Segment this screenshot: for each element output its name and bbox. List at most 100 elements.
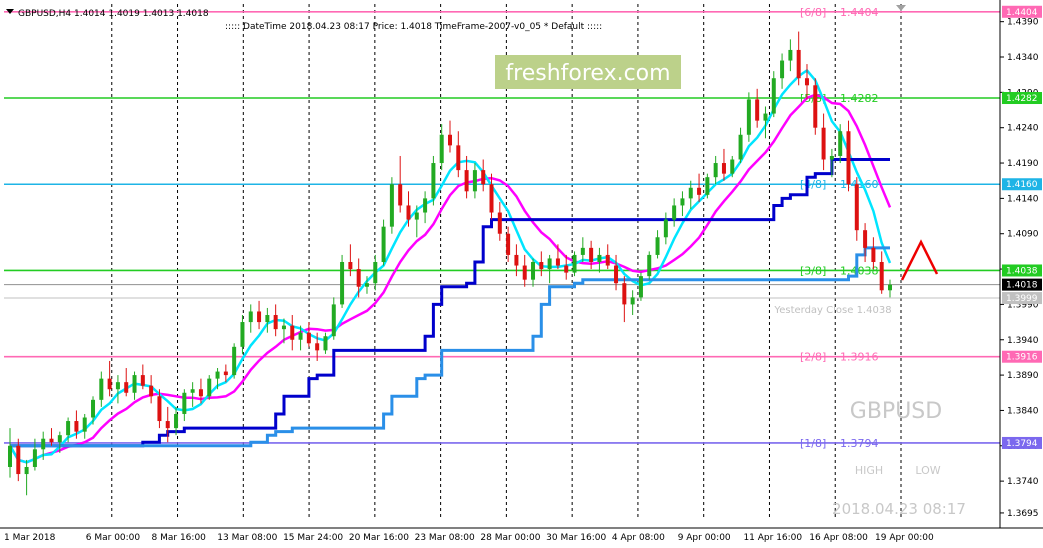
candle-body bbox=[232, 346, 237, 376]
candle-body bbox=[315, 343, 320, 351]
candle-body bbox=[738, 134, 743, 160]
chart-shift-icon[interactable] bbox=[896, 5, 906, 11]
candle-body bbox=[32, 449, 37, 467]
candle-body bbox=[99, 378, 104, 400]
candle-body bbox=[107, 378, 112, 390]
candle-body bbox=[290, 325, 295, 340]
candle bbox=[721, 148, 726, 181]
x-tick-label: 13 Mar 08:00 bbox=[217, 533, 277, 543]
candle-body bbox=[838, 131, 843, 156]
navy-step-line bbox=[10, 158, 890, 448]
candle-body bbox=[16, 445, 21, 475]
candle bbox=[854, 177, 859, 241]
candle-body bbox=[423, 198, 428, 213]
candle bbox=[755, 88, 760, 128]
candle-body bbox=[24, 466, 29, 475]
candle bbox=[547, 254, 552, 284]
candle bbox=[539, 251, 544, 277]
candle-body bbox=[522, 265, 527, 280]
candle-body bbox=[273, 315, 278, 330]
candle bbox=[780, 53, 785, 89]
candle-body bbox=[331, 304, 336, 337]
candle bbox=[630, 290, 635, 316]
candle-body bbox=[539, 262, 544, 270]
candle bbox=[132, 371, 137, 400]
x-tick-label: 1 Mar 2018 bbox=[4, 533, 56, 543]
candle-body bbox=[763, 113, 768, 121]
candle bbox=[331, 297, 336, 340]
candle bbox=[472, 163, 477, 199]
candle bbox=[182, 389, 187, 422]
candle bbox=[638, 272, 643, 301]
high-label: HIGH bbox=[855, 464, 883, 477]
candle-body bbox=[572, 254, 577, 273]
candle-body bbox=[132, 375, 137, 393]
candles bbox=[8, 31, 892, 496]
candle bbox=[99, 371, 104, 407]
x-tick-label: 19 Apr 00:00 bbox=[875, 533, 934, 543]
candle-body bbox=[91, 399, 96, 418]
x-tick-label: 16 Apr 08:00 bbox=[809, 533, 868, 543]
chart-canvas[interactable]: [6/8] 1.4404[5/8] 1.4282[4/8] 1.4160[3/8] 1.… bbox=[0, 0, 1043, 548]
candle-body bbox=[771, 78, 776, 114]
x-tick-label: 30 Mar 16:00 bbox=[546, 533, 606, 543]
symbol-line: GBPUSD,H4 1.4014 1.4019 1.4013 1.4018 bbox=[18, 9, 209, 19]
candle-body bbox=[755, 99, 760, 121]
candle-body bbox=[439, 134, 444, 164]
candle-body bbox=[348, 262, 353, 270]
candle-body bbox=[448, 134, 452, 146]
candle bbox=[531, 258, 536, 287]
candle bbox=[431, 155, 436, 206]
y-tick-label: 1.3890 bbox=[1007, 371, 1039, 381]
level-value: 1.4404 bbox=[840, 6, 879, 19]
x-tick-label: 28 Mar 00:00 bbox=[480, 533, 540, 543]
level-label: [1/8] bbox=[800, 437, 826, 450]
candle bbox=[705, 173, 710, 199]
candle bbox=[381, 219, 386, 266]
candle-body bbox=[364, 283, 369, 287]
candle-body bbox=[265, 315, 270, 323]
candle-body bbox=[182, 392, 187, 414]
candle-body bbox=[547, 258, 552, 270]
level-value: 1.3916 bbox=[840, 351, 879, 364]
candle bbox=[672, 198, 677, 227]
candle bbox=[290, 315, 295, 351]
candle-body bbox=[489, 184, 494, 213]
candle-body bbox=[215, 371, 220, 379]
candle-body bbox=[564, 265, 569, 273]
candle-body bbox=[730, 159, 735, 174]
low-label: LOW bbox=[915, 464, 940, 477]
x-tick-label: 15 Mar 24:00 bbox=[283, 533, 343, 543]
level-price-tag-label: 1.4038 bbox=[1006, 266, 1038, 276]
watermark-text: freshforex.com bbox=[505, 61, 670, 86]
info-line: ::::: DateTime 2018.04.23 08:17 Price: 1… bbox=[225, 22, 602, 32]
candle-body bbox=[788, 49, 793, 61]
candle-body bbox=[149, 385, 154, 397]
x-tick-label: 23 Mar 08:00 bbox=[415, 533, 475, 543]
candle-body bbox=[174, 413, 179, 429]
x-tick-label: 4 Apr 08:00 bbox=[612, 533, 665, 543]
candle bbox=[738, 127, 743, 164]
y-tick-label: 1.3840 bbox=[1007, 406, 1039, 416]
candle bbox=[605, 244, 610, 270]
candle bbox=[273, 304, 278, 337]
yesterday-close-label: Yesterday Close 1.4038 bbox=[773, 305, 891, 316]
candle bbox=[257, 300, 262, 330]
candle bbox=[82, 413, 87, 439]
candle bbox=[489, 173, 494, 220]
candle-body bbox=[589, 247, 594, 262]
candle-body bbox=[531, 262, 536, 280]
candle-body bbox=[854, 184, 859, 231]
candle bbox=[746, 92, 751, 142]
candle-body bbox=[663, 219, 668, 238]
indicator-lines bbox=[8, 68, 939, 464]
y-tick-label: 1.4090 bbox=[1007, 230, 1039, 240]
candle-body bbox=[223, 371, 228, 376]
candle bbox=[389, 177, 394, 234]
candle-body bbox=[198, 389, 203, 397]
candle bbox=[140, 364, 145, 390]
candle-body bbox=[829, 155, 834, 160]
y-tick-label: 1.3940 bbox=[1007, 336, 1039, 346]
candle-body bbox=[672, 205, 677, 220]
price-tag-label: 1.3999 bbox=[1006, 294, 1038, 304]
